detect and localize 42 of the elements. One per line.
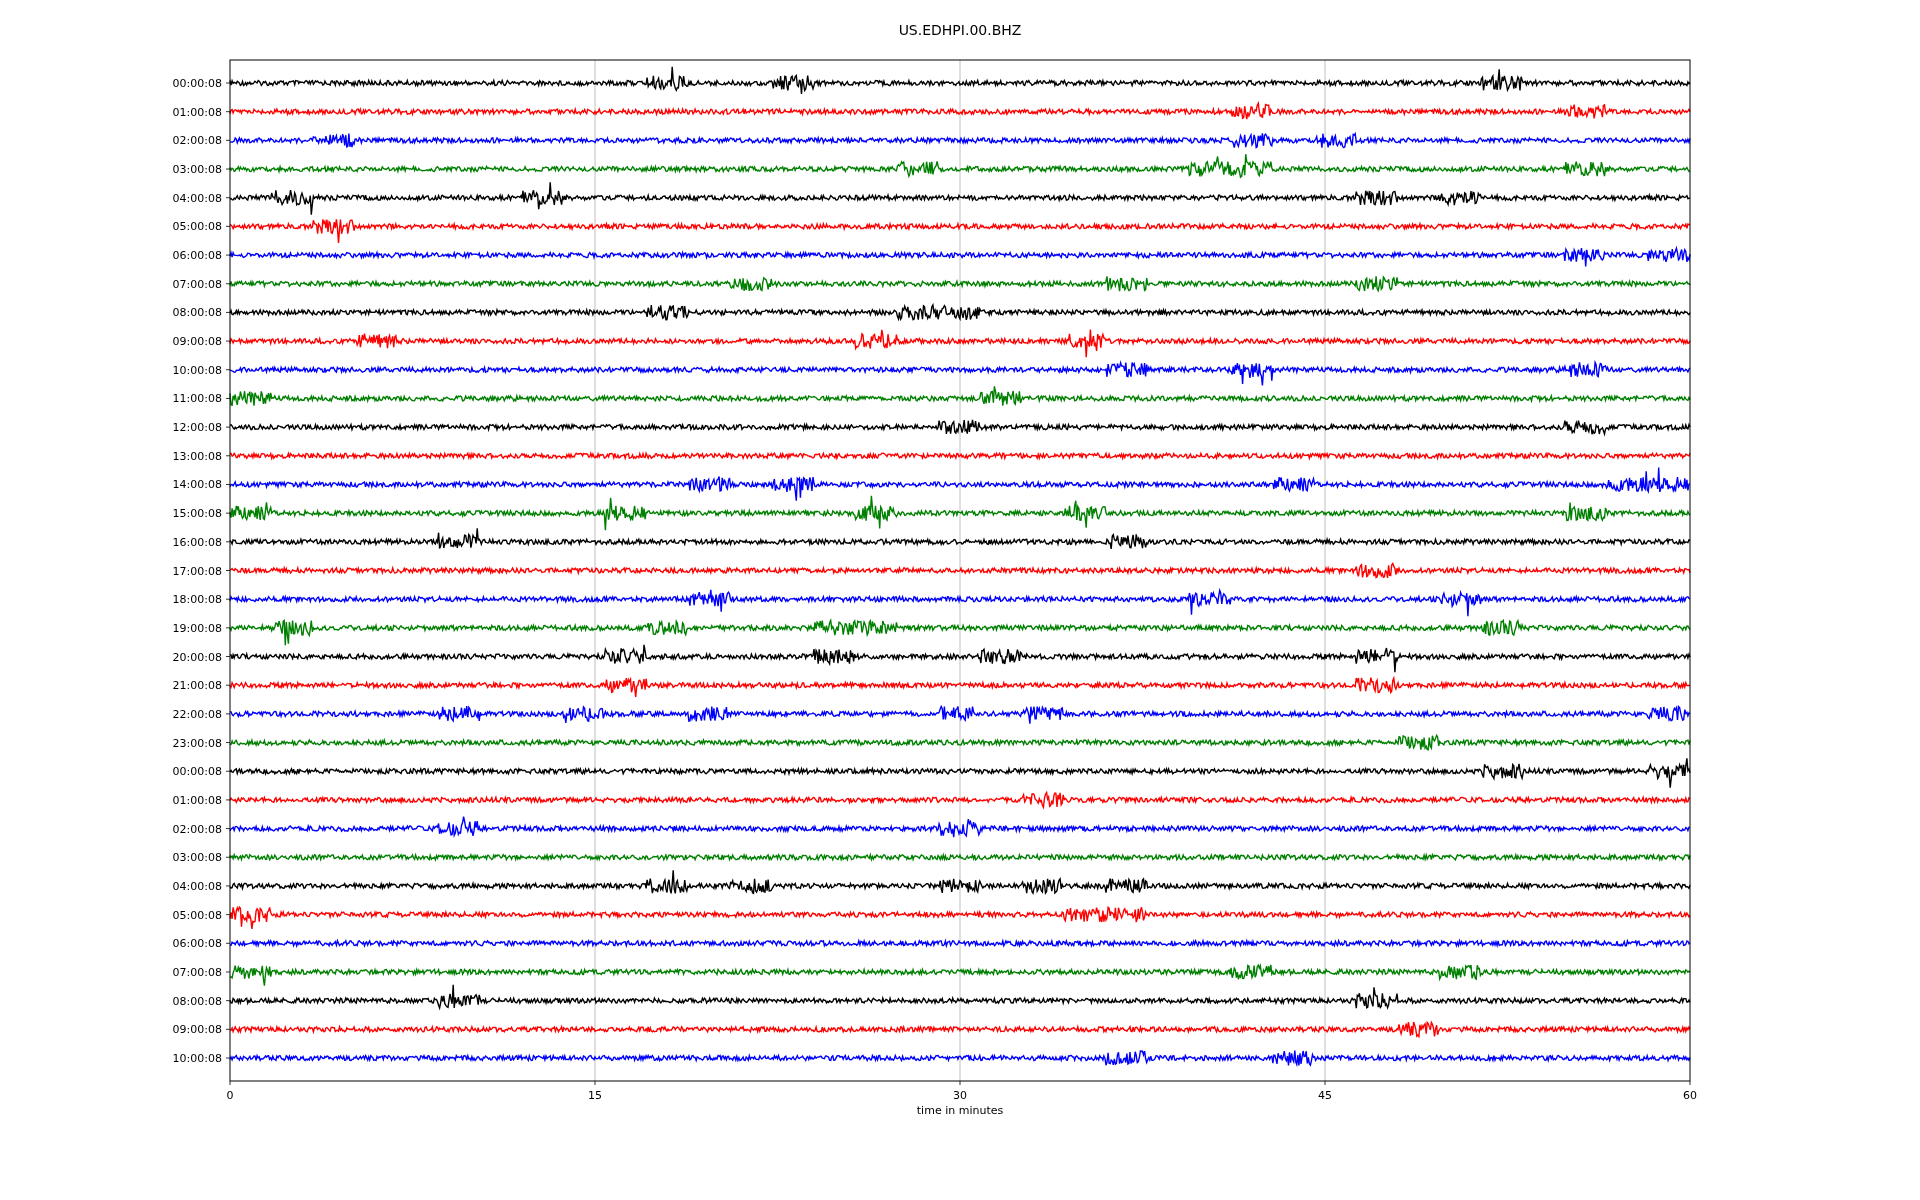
row-time-label: 01:00:08 — [172, 793, 222, 807]
row-time-label: 16:00:08 — [172, 535, 222, 549]
row-time-label: 10:00:08 — [172, 363, 222, 377]
row-time-label: 22:00:08 — [172, 707, 222, 721]
row-time-label: 13:00:08 — [172, 449, 222, 463]
x-tick-label: 30 — [953, 1089, 967, 1102]
row-time-label: 02:00:08 — [172, 134, 222, 148]
row-time-label: 21:00:08 — [172, 679, 222, 693]
row-time-label: 07:00:08 — [172, 965, 222, 979]
row-time-label: 15:00:08 — [172, 507, 222, 521]
row-time-label: 10:00:08 — [172, 1052, 222, 1065]
row-time-label: 19:00:08 — [172, 621, 222, 635]
row-time-label: 09:00:08 — [172, 1023, 222, 1037]
row-time-label: 08:00:08 — [172, 306, 222, 320]
row-time-label: 09:00:08 — [172, 335, 222, 349]
row-time-label: 03:00:08 — [172, 163, 222, 177]
row-time-label: 02:00:08 — [172, 822, 222, 836]
row-time-label: 06:00:08 — [172, 249, 222, 263]
x-tick-label: 60 — [1683, 1089, 1697, 1102]
row-time-label: 04:00:08 — [172, 191, 222, 205]
row-time-label: 07:00:08 — [172, 277, 222, 291]
row-time-label: 17:00:08 — [172, 564, 222, 578]
row-time-label: 00:00:08 — [172, 765, 222, 779]
row-time-label: 06:00:08 — [172, 937, 222, 951]
row-time-label: 00:00:08 — [172, 77, 222, 90]
row-time-label: 04:00:08 — [172, 879, 222, 893]
row-time-label: 18:00:08 — [172, 593, 222, 607]
row-time-label: 11:00:08 — [172, 392, 222, 406]
row-time-label: 03:00:08 — [172, 851, 222, 865]
x-tick-label: 15 — [588, 1089, 602, 1102]
row-time-label: 23:00:08 — [172, 736, 222, 750]
row-time-label: 08:00:08 — [172, 994, 222, 1008]
plot-title: US.EDHPI.00.BHZ — [898, 22, 1022, 38]
row-time-label: 05:00:08 — [172, 908, 222, 922]
row-time-label: 05:00:08 — [172, 220, 222, 234]
x-tick-label: 45 — [1318, 1089, 1332, 1102]
row-time-label: 14:00:08 — [172, 478, 222, 492]
x-tick-label: 0 — [226, 1089, 234, 1102]
row-time-label: 12:00:08 — [172, 421, 222, 435]
row-time-label: 01:00:08 — [172, 105, 222, 119]
row-time-label: 20:00:08 — [172, 650, 222, 664]
x-axis-label: time in minutes — [916, 1104, 1004, 1117]
